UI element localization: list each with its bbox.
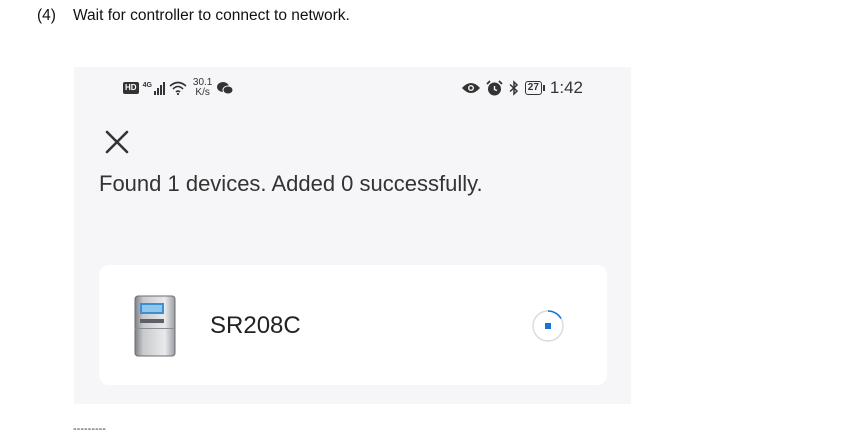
battery-level: 27 (527, 82, 539, 93)
close-icon[interactable] (102, 127, 132, 157)
network-speed: 30.1 K/s (193, 78, 212, 98)
step-number: (4) (37, 7, 56, 24)
network-type: 4G (142, 81, 152, 89)
speed-unit: K/s (195, 87, 210, 98)
instruction-step: (4) Wait for controller to connect to net… (37, 7, 350, 25)
step-text: Wait for controller to connect to networ… (73, 7, 350, 24)
phone-screenshot: HD 4G 30.1 K/s 27 1:42 Found 1 devices. … (74, 67, 631, 404)
wechat-icon (217, 82, 234, 95)
status-bar-right: 27 1:42 (461, 76, 583, 100)
hd-badge: HD (123, 82, 139, 94)
device-card[interactable]: SR208C (99, 265, 607, 385)
bluetooth-icon (509, 80, 518, 96)
battery-icon: 27 (524, 81, 546, 95)
found-devices-message: Found 1 devices. Added 0 successfully. (99, 171, 483, 196)
status-time: 1:42 (549, 78, 583, 97)
cellular-signal-icon: 4G (142, 81, 165, 95)
wifi-icon (169, 81, 187, 95)
status-bar-left: HD 4G 30.1 K/s (123, 75, 234, 101)
status-bar: HD 4G 30.1 K/s 27 1:42 (74, 67, 631, 107)
controller-device-icon (134, 295, 176, 357)
loading-spinner-icon (532, 310, 564, 342)
device-name: SR208C (210, 312, 301, 339)
eye-icon (461, 83, 480, 93)
separator-line: --------- (73, 423, 106, 435)
alarm-icon (486, 80, 503, 96)
